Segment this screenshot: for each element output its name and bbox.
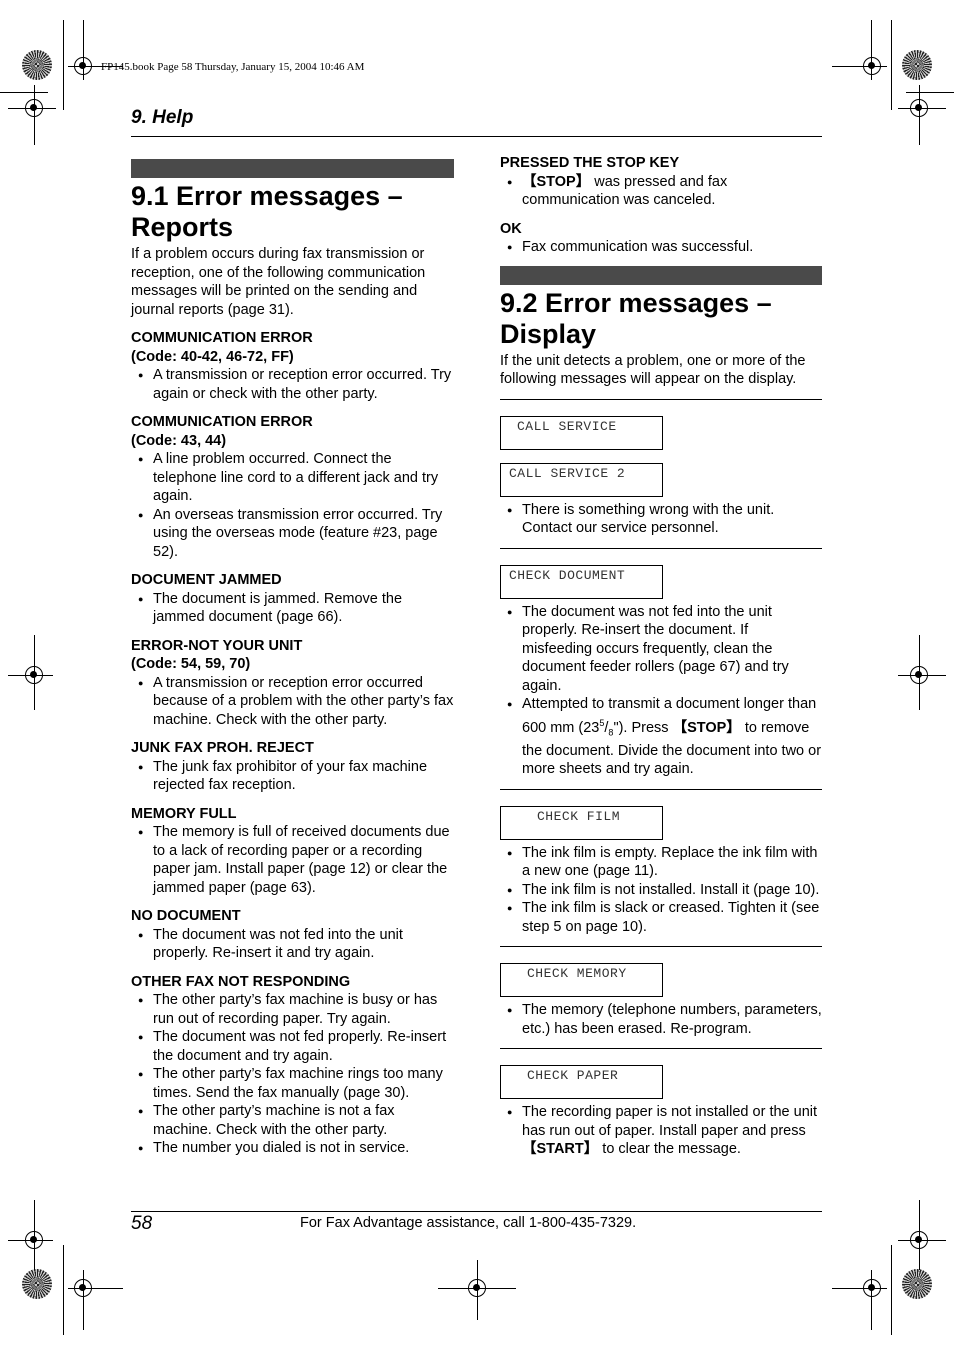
stop-key: 【STOP】 (522, 173, 591, 190)
error-code: (Code: 54, 59, 70) (131, 656, 251, 672)
message-label: JUNK FAX PROH. REJECT (131, 740, 314, 756)
list-item: The memory is full of received documents… (131, 823, 454, 897)
list-item: The memory (telephone numbers, parameter… (500, 1001, 822, 1038)
lcd-display: CHECK PAPER (500, 1065, 663, 1100)
message-label: PRESSED THE STOP KEY (500, 155, 680, 171)
right-column: PRESSED THE STOP KEY 【STOP】 was pressed … (500, 154, 822, 1159)
lcd-display: CHECK FILM (500, 805, 663, 840)
lcd-display: CALL SERVICE 2 (500, 462, 663, 497)
reports-intro: If a problem occurs during fax transmiss… (131, 246, 426, 318)
list-item: Attempted to transmit a document longer … (500, 695, 822, 779)
list-item: The document was not fed into the unit p… (131, 926, 454, 963)
section-title-display: 9.2 Error messages – Display (500, 287, 772, 349)
list-item: Fax communication was successful. (500, 238, 822, 257)
list-item: The number you dialed is not in service. (131, 1139, 454, 1158)
error-code: (Code: 40-42, 46-72, FF) (131, 348, 294, 365)
print-header: FP145.book Page 58 Thursday, January 15,… (101, 61, 365, 73)
message-label: COMMUNICATION ERROR (131, 330, 313, 346)
section-title-reports: 9.1 Error messages – Reports (131, 181, 403, 242)
list-item: The junk fax prohibitor of your fax mach… (131, 758, 454, 795)
message-label: NO DOCUMENT (131, 908, 241, 924)
report-messages-list: COMMUNICATION ERROR (Code: 40-42, 46-72, … (131, 329, 454, 1158)
list-item: The ink film is empty. Replace the ink f… (500, 844, 822, 881)
list-item: The document was not fed into the unit p… (500, 603, 822, 696)
list-item: The ink film is slack or creased. Tighte… (500, 899, 822, 936)
list-item: The other party’s fax machine rings too … (131, 1065, 454, 1102)
lcd-display: CALL SERVICE (500, 415, 663, 450)
message-label: COMMUNICATION ERROR (131, 414, 313, 430)
list-item: A transmission or reception error occurr… (131, 366, 454, 403)
message-label: OTHER FAX NOT RESPONDING (131, 973, 351, 990)
list-item: The document is jammed. Remove the jamme… (131, 590, 454, 627)
list-item: The recording paper is not installed or … (500, 1103, 822, 1159)
page-number: 58 (131, 1213, 153, 1234)
list-item: A transmission or reception error occurr… (131, 674, 454, 730)
list-item: The ink film is not installed. Install i… (500, 881, 822, 900)
list-item: There is something wrong with the unit. … (500, 501, 822, 538)
list-item: The other party’s machine is not a fax m… (131, 1102, 454, 1139)
registration-sunburst-icon (902, 1269, 932, 1299)
list-item: 【STOP】 was pressed and fax communication… (500, 173, 822, 210)
error-code: (Code: 43, 44) (131, 432, 227, 449)
message-label: ERROR-NOT YOUR UNIT (131, 637, 303, 654)
lcd-display: CHECK MEMORY (500, 963, 663, 998)
footer-assistance: For Fax Advantage assistance, call 1-800… (300, 1215, 637, 1231)
list-item: An overseas transmission error occurred.… (131, 506, 454, 562)
registration-sunburst-icon (22, 50, 52, 80)
list-item: The other party’s fax machine is busy or… (131, 991, 454, 1028)
registration-sunburst-icon (902, 50, 932, 80)
lcd-display: CHECK DOCUMENT (500, 564, 663, 599)
registration-sunburst-icon (22, 1269, 52, 1299)
list-item: A line problem occurred. Connect the tel… (131, 450, 454, 506)
message-label: OK (500, 220, 522, 237)
left-column: 9.1 Error messages – Reports If a proble… (131, 159, 454, 1158)
start-key: 【START】 (522, 1141, 599, 1158)
message-label: DOCUMENT JAMMED (131, 572, 282, 588)
display-intro: If the unit detects a problem, one or mo… (500, 352, 806, 388)
section-header: 9. Help (131, 107, 194, 128)
list-item: The document was not fed properly. Re-in… (131, 1028, 454, 1065)
message-label: MEMORY FULL (131, 805, 237, 822)
